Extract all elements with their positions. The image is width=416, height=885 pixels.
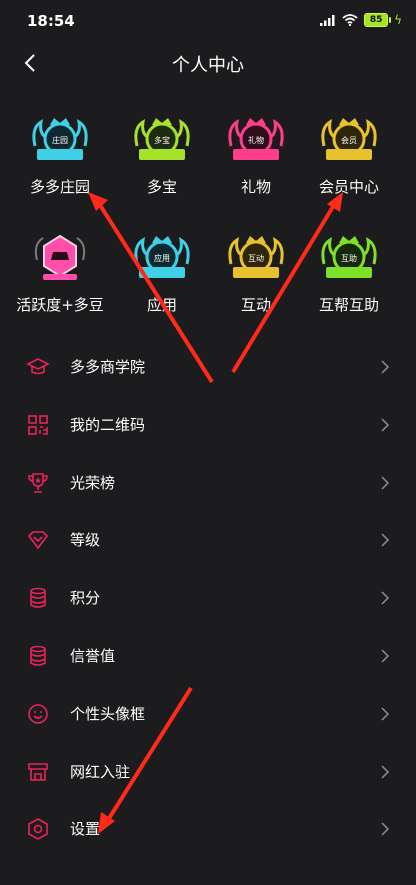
menu-label: 积分 xyxy=(70,589,101,608)
mutual-help-badge-icon: 互助 xyxy=(321,236,377,278)
membership-badge-icon: 会员 xyxy=(321,118,377,160)
svg-text:会员: 会员 xyxy=(341,135,357,145)
svg-text:互动: 互动 xyxy=(248,253,264,263)
menu-list: 多多商学院 我的二维码 光荣榜 等级 积分 信誉值 个性头像框 网红入驻 设置 xyxy=(0,338,416,858)
farm-badge-icon: 庄园 xyxy=(32,118,88,160)
svg-text:多宝: 多宝 xyxy=(154,135,170,145)
diamond-icon xyxy=(27,531,49,550)
coin-stack-icon xyxy=(30,587,46,608)
smiley-icon xyxy=(28,703,48,724)
grid-item-farm[interactable]: 庄园 多多庄园 xyxy=(8,112,112,212)
chevron-right-icon xyxy=(381,418,390,432)
grid-label: 会员中心 xyxy=(318,178,379,196)
activity-badge-icon xyxy=(34,234,86,280)
grid-label: 多多庄园 xyxy=(29,178,90,196)
chevron-right-icon xyxy=(381,591,390,605)
menu-label: 个性头像框 xyxy=(70,704,146,723)
chevron-right-icon xyxy=(381,649,390,663)
status-icons: 85 ϟ xyxy=(320,13,402,27)
wifi-icon xyxy=(342,14,358,26)
menu-item-settings[interactable]: 设置 xyxy=(0,800,416,858)
menu-label: 光荣榜 xyxy=(70,473,116,492)
menu-item-credit[interactable]: 信誉值 xyxy=(0,627,416,685)
menu-item-honor-roll[interactable]: 光荣榜 xyxy=(0,454,416,512)
menu-label: 等级 xyxy=(70,531,101,550)
svg-text:庄园: 庄园 xyxy=(52,135,68,145)
grid-label: 多宝 xyxy=(146,178,177,196)
signal-icon xyxy=(320,15,335,26)
grid-label: 礼物 xyxy=(240,178,271,196)
graduation-cap-icon xyxy=(26,358,50,375)
status-bar: 18:54 85 ϟ xyxy=(0,0,416,40)
grid-item-gift[interactable]: 礼物 礼物 xyxy=(204,112,308,212)
menu-item-influencer[interactable]: 网红入驻 xyxy=(0,743,416,801)
menu-item-points[interactable]: 积分 xyxy=(0,569,416,627)
grid-item-treasure[interactable]: 多宝 多宝 xyxy=(110,112,214,212)
chevron-right-icon xyxy=(381,765,390,779)
page-title: 个人中心 xyxy=(172,55,244,76)
grid-item-apps[interactable]: 应用 应用 xyxy=(110,230,214,330)
menu-label: 我的二维码 xyxy=(70,415,146,434)
grid-label: 互帮互助 xyxy=(318,296,379,314)
menu-item-business-school[interactable]: 多多商学院 xyxy=(0,338,416,396)
treasure-badge-icon: 多宝 xyxy=(134,118,190,160)
grid-item-activity-beans[interactable]: 活跃度+多豆 xyxy=(8,230,112,330)
grid-label: 活跃度+多豆 xyxy=(16,296,104,314)
qr-code-icon xyxy=(28,414,48,435)
svg-text:应用: 应用 xyxy=(154,253,170,263)
interaction-badge-icon: 互动 xyxy=(228,236,284,278)
status-time: 18:54 xyxy=(27,12,75,30)
chevron-right-icon xyxy=(381,822,390,836)
chevron-right-icon xyxy=(381,360,390,374)
grid-label: 互动 xyxy=(240,296,271,314)
menu-item-avatar-frame[interactable]: 个性头像框 xyxy=(0,685,416,743)
settings-hexagon-icon xyxy=(28,818,48,841)
menu-label: 网红入驻 xyxy=(70,762,131,781)
gift-badge-icon: 礼物 xyxy=(228,118,284,160)
chevron-right-icon xyxy=(381,533,390,547)
charging-icon: ϟ xyxy=(394,13,402,27)
chevron-right-icon xyxy=(381,476,390,490)
grid-item-interaction[interactable]: 互动 互动 xyxy=(204,230,308,330)
menu-item-qr-code[interactable]: 我的二维码 xyxy=(0,396,416,454)
storefront-icon xyxy=(28,762,48,781)
apps-badge-icon: 应用 xyxy=(134,236,190,278)
coin-stack-icon xyxy=(30,645,46,666)
menu-item-level[interactable]: 等级 xyxy=(0,511,416,569)
menu-label: 多多商学院 xyxy=(70,358,146,376)
grid-item-membership[interactable]: 会员 会员中心 xyxy=(297,112,401,212)
menu-label: 设置 xyxy=(70,820,101,839)
trophy-icon xyxy=(28,472,48,493)
battery-icon: 85 xyxy=(364,13,392,27)
grid-item-mutual-help[interactable]: 互助 互帮互助 xyxy=(297,230,401,330)
svg-text:礼物: 礼物 xyxy=(248,135,264,145)
svg-text:互助: 互助 xyxy=(341,253,357,263)
nav-bar: 个人中心 xyxy=(0,40,416,86)
grid-label: 应用 xyxy=(146,296,177,314)
chevron-right-icon xyxy=(381,707,390,721)
menu-label: 信誉值 xyxy=(70,646,116,665)
